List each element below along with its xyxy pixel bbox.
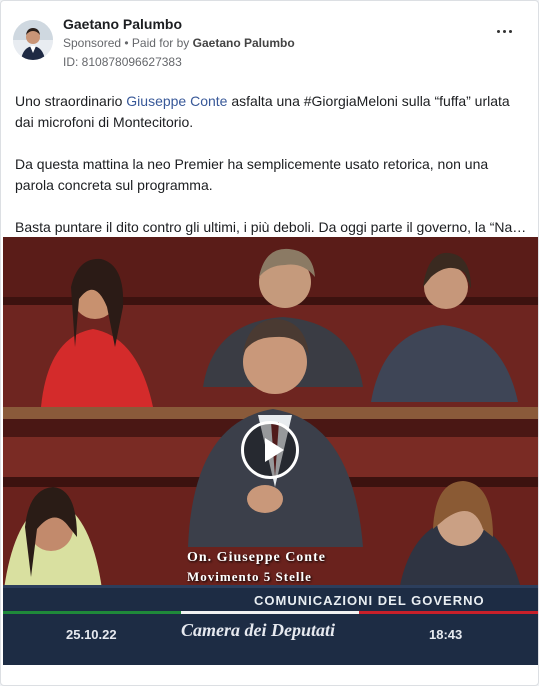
post-header: Gaetano Palumbo Sponsored • Paid for by … — [13, 15, 526, 75]
broadcast-date: 25.10.22 — [66, 627, 117, 642]
play-icon[interactable] — [241, 421, 299, 479]
paid-for-name: Gaetano Palumbo — [192, 36, 295, 50]
paragraph-3: Basta puntare il dito contro gli ultimi,… — [15, 219, 527, 235]
mention-link[interactable]: Giuseppe Conte — [126, 93, 227, 109]
channel-logo: Camera dei Deputati — [181, 620, 335, 640]
sponsored-line: Sponsored • Paid for by Gaetano Palumbo — [63, 36, 295, 50]
caption-party: Movimento 5 Stelle — [187, 569, 312, 584]
sponsored-label: Sponsored — [63, 36, 122, 50]
paid-for-label: • Paid for by — [124, 36, 190, 50]
author-name[interactable]: Gaetano Palumbo — [63, 16, 182, 32]
broadcast-time: 18:43 — [429, 627, 463, 642]
ticker-text: COMUNICAZIONI DEL GOVERNO — [254, 593, 485, 608]
paragraph-1-start: Uno straordinario — [15, 93, 123, 109]
paragraph-1: Uno straordinario Giuseppe Conte asfalta… — [15, 91, 527, 133]
caption-name: On. Giuseppe Conte — [187, 550, 326, 565]
paragraph-2: Da questa mattina la neo Premier ha semp… — [15, 156, 489, 193]
ad-id: ID: 810878096627383 — [63, 55, 182, 69]
more-horizontal-icon[interactable] — [496, 27, 514, 37]
avatar[interactable] — [13, 20, 53, 60]
ad-card: Gaetano Palumbo Sponsored • Paid for by … — [0, 0, 539, 686]
post-text: Uno straordinario Giuseppe Conte asfalta… — [15, 91, 527, 259]
